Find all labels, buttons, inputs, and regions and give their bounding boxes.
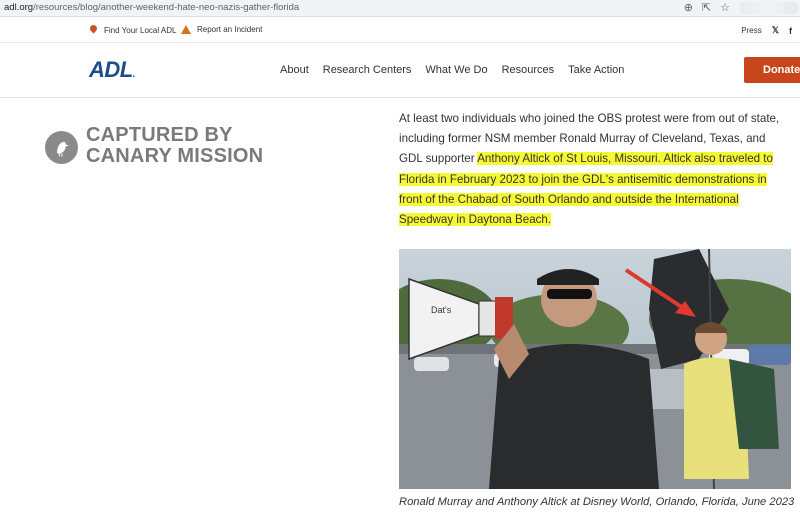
browser-address-bar[interactable]: adl.org/resources/blog/another-weekend-h… (0, 0, 800, 17)
nav-menu: About Research Centers What We Do Resour… (280, 64, 638, 76)
nav-item-what-we-do[interactable]: What We Do (425, 64, 487, 76)
photo-caption: Ronald Murray and Anthony Altick at Disn… (399, 496, 795, 508)
nav-item-research-centers[interactable]: Research Centers (323, 64, 412, 76)
article-paragraph: At least two individuals who joined the … (399, 109, 791, 230)
zoom-icon[interactable]: ⊕ (684, 1, 693, 15)
location-pin-icon (89, 25, 98, 35)
utility-bar: Find Your Local ADL Report an Incident P… (0, 17, 800, 43)
warning-icon (181, 25, 191, 34)
nav-item-about[interactable]: About (280, 64, 309, 76)
blurred-extensions (740, 2, 798, 14)
nav-item-resources[interactable]: Resources (502, 64, 555, 76)
donate-button[interactable]: Donate (744, 57, 800, 83)
x-twitter-icon[interactable]: 𝕏 (772, 25, 779, 36)
report-incident-link[interactable]: Report an Incident (181, 25, 262, 34)
badge-line-1: CAPTURED BY (86, 124, 233, 146)
canary-bird-icon (45, 131, 78, 164)
find-local-adl-link[interactable]: Find Your Local ADL (89, 25, 177, 35)
article-photo: Dat's (399, 249, 791, 489)
press-link[interactable]: Press (741, 26, 761, 35)
facebook-icon[interactable]: f (789, 26, 792, 36)
share-icon[interactable]: ⇱ (702, 1, 711, 15)
star-icon[interactable]: ☆ (720, 1, 730, 15)
nav-item-take-action[interactable]: Take Action (568, 64, 624, 76)
adl-logo[interactable]: ADL. (89, 57, 136, 83)
megaphone-label: Dat's (431, 305, 452, 315)
photo-illustration: Dat's (399, 249, 791, 489)
captured-badge: CAPTURED BY CANARY MISSION (45, 125, 263, 167)
url-text[interactable]: adl.org/resources/blog/another-weekend-h… (4, 2, 299, 13)
main-nav: ADL. About Research Centers What We Do R… (0, 43, 800, 98)
badge-line-2: CANARY MISSION (86, 145, 264, 167)
